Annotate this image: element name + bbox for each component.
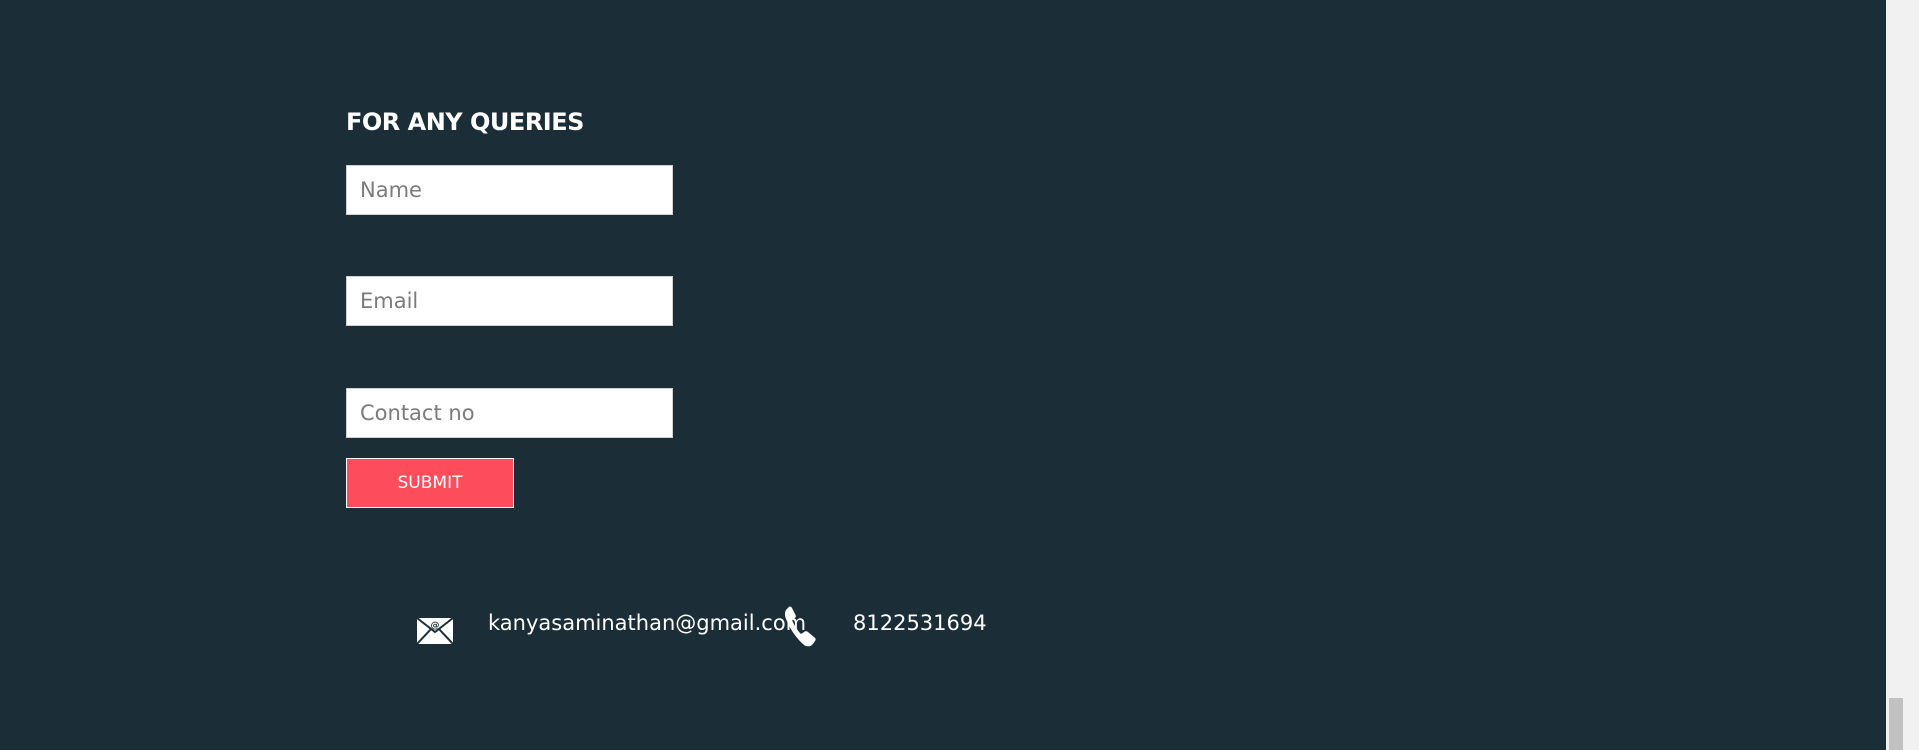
telephone-handset-icon xyxy=(782,605,818,649)
queries-section: FOR ANY QUERIES SUBMIT @ kanyasaminathan… xyxy=(0,0,1886,750)
contact-phone[interactable]: 8122531694 xyxy=(853,611,987,635)
name-input[interactable] xyxy=(346,165,673,215)
svg-text:@: @ xyxy=(431,621,440,631)
form-heading: FOR ANY QUERIES xyxy=(346,108,584,136)
contact-number-input[interactable] xyxy=(346,388,673,438)
scrollbar-thumb[interactable] xyxy=(1889,698,1903,750)
contact-email[interactable]: kanyasaminathan@gmail.com xyxy=(488,611,806,635)
vertical-scrollbar[interactable] xyxy=(1886,0,1919,750)
submit-button[interactable]: SUBMIT xyxy=(346,458,514,508)
page: FOR ANY QUERIES SUBMIT @ kanyasaminathan… xyxy=(0,0,1919,750)
envelope-at-icon: @ xyxy=(416,617,454,645)
email-input[interactable] xyxy=(346,276,673,326)
contact-info: @ kanyasaminathan@gmail.com 8122531694 xyxy=(0,605,1200,647)
